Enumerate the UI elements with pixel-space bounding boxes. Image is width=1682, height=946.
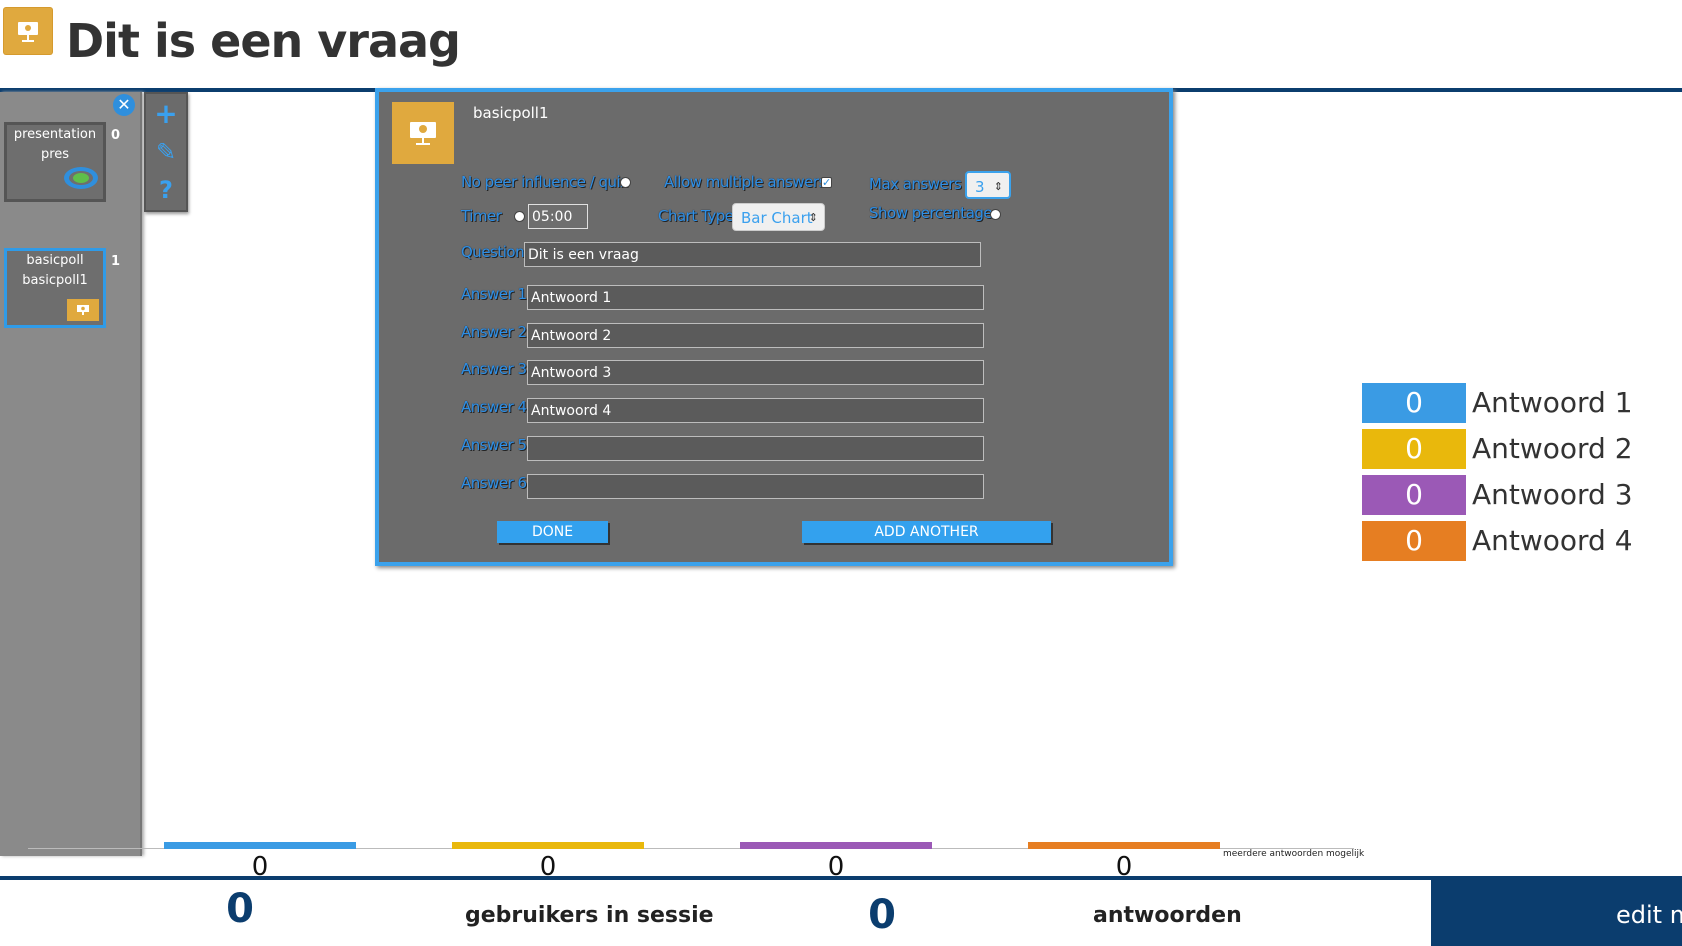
- slide-count: 1: [111, 254, 121, 269]
- allow-multiple-checkbox[interactable]: ✓: [821, 177, 832, 188]
- legend-count-badge: 0: [1362, 475, 1466, 515]
- allow-multiple-label: Allow multiple answers: [664, 173, 826, 191]
- edit-icon[interactable]: ✎: [146, 134, 186, 170]
- timer-input[interactable]: 05:00: [528, 204, 588, 229]
- edit-mode-button[interactable]: edit m: [1431, 880, 1682, 946]
- add-another-button[interactable]: ADD ANOTHER: [802, 521, 1051, 543]
- close-icon[interactable]: ✕: [113, 94, 135, 116]
- answers-label: antwoorden: [1093, 903, 1242, 928]
- add-icon[interactable]: +: [146, 96, 186, 132]
- answer-input[interactable]: [527, 474, 984, 499]
- legend-label: Antwoord 2: [1472, 432, 1633, 465]
- page-title: Dit is een vraag: [66, 14, 461, 68]
- slide-card-subtitle: pres: [40, 147, 70, 162]
- show-percentage-label: Show percentage: [869, 204, 993, 222]
- presentation-icon: [4, 8, 52, 54]
- chevron-updown-icon: ⇕: [808, 211, 818, 224]
- slide-count: 0: [111, 128, 121, 143]
- show-percentage-checkbox[interactable]: [990, 209, 1001, 220]
- chart-type-label: Chart Type: [658, 207, 734, 225]
- multiple-answers-note: meerdere antwoorden mogelijk: [1223, 849, 1365, 859]
- question-input[interactable]: Dit is een vraag: [524, 242, 981, 267]
- chart-bar: [164, 842, 356, 849]
- answer-input[interactable]: Antwoord 2: [527, 323, 984, 348]
- target-icon: [63, 166, 99, 197]
- max-answers-select[interactable]: 3 ⇕: [965, 171, 1011, 199]
- poll-edit-dialog: basicpoll1 No peer influence / quiz Allo…: [375, 88, 1173, 566]
- slides-sidebar: presentation pres 0 basicpoll basicpoll1…: [0, 92, 142, 856]
- no-peer-checkbox[interactable]: [620, 177, 631, 188]
- slide-toolbar: + ✎ ?: [144, 92, 188, 212]
- answer-input[interactable]: Antwoord 4: [527, 398, 984, 423]
- legend-count-badge: 0: [1362, 429, 1466, 469]
- slide-card-title: presentation: [13, 127, 97, 142]
- chart-bar: [1028, 842, 1220, 849]
- done-button[interactable]: DONE: [497, 521, 608, 543]
- footer-divider: [0, 876, 1682, 880]
- answer-label: Answer 2: [461, 323, 527, 341]
- chart-bar: [740, 842, 932, 849]
- legend-label: Antwoord 1: [1472, 386, 1633, 419]
- chart-type-value: Bar Chart: [741, 209, 813, 227]
- help-icon[interactable]: ?: [146, 172, 186, 208]
- answer-label: Answer 1: [461, 285, 527, 303]
- legend-label: Antwoord 4: [1472, 524, 1633, 557]
- slide-card-presentation[interactable]: presentation pres: [4, 122, 106, 202]
- presentation-icon: [67, 299, 99, 321]
- answers-count: 0: [868, 892, 896, 938]
- answer-input[interactable]: [527, 436, 984, 461]
- question-label: Question: [461, 243, 525, 261]
- slide-card-title: basicpoll: [26, 253, 84, 268]
- users-label: gebruikers in sessie: [465, 903, 714, 928]
- answer-label: Answer 3: [461, 360, 527, 378]
- max-answers-label: Max answers: [869, 175, 962, 193]
- answer-label: Answer 6: [461, 474, 527, 492]
- answer-label: Answer 5: [461, 436, 527, 454]
- slide-card-basicpoll[interactable]: basicpoll basicpoll1: [4, 248, 106, 328]
- no-peer-label: No peer influence / quiz: [461, 173, 628, 191]
- legend-label: Antwoord 3: [1472, 478, 1633, 511]
- users-count: 0: [226, 886, 254, 932]
- max-answers-value: 3: [975, 178, 985, 196]
- chart-type-select[interactable]: Bar Chart ⇕: [732, 203, 825, 231]
- dialog-title: basicpoll1: [473, 104, 549, 122]
- presentation-icon: [392, 102, 454, 164]
- answer-input[interactable]: Antwoord 1: [527, 285, 984, 310]
- answer-input[interactable]: Antwoord 3: [527, 360, 984, 385]
- chevron-updown-icon: ⇕: [993, 180, 1003, 193]
- slide-card-subtitle: basicpoll1: [22, 273, 88, 288]
- answer-label: Answer 4: [461, 398, 527, 416]
- timer-checkbox[interactable]: [514, 211, 525, 222]
- legend-count-badge: 0: [1362, 383, 1466, 423]
- legend-count-badge: 0: [1362, 521, 1466, 561]
- chart-bar: [452, 842, 644, 849]
- timer-label: Timer: [461, 207, 502, 225]
